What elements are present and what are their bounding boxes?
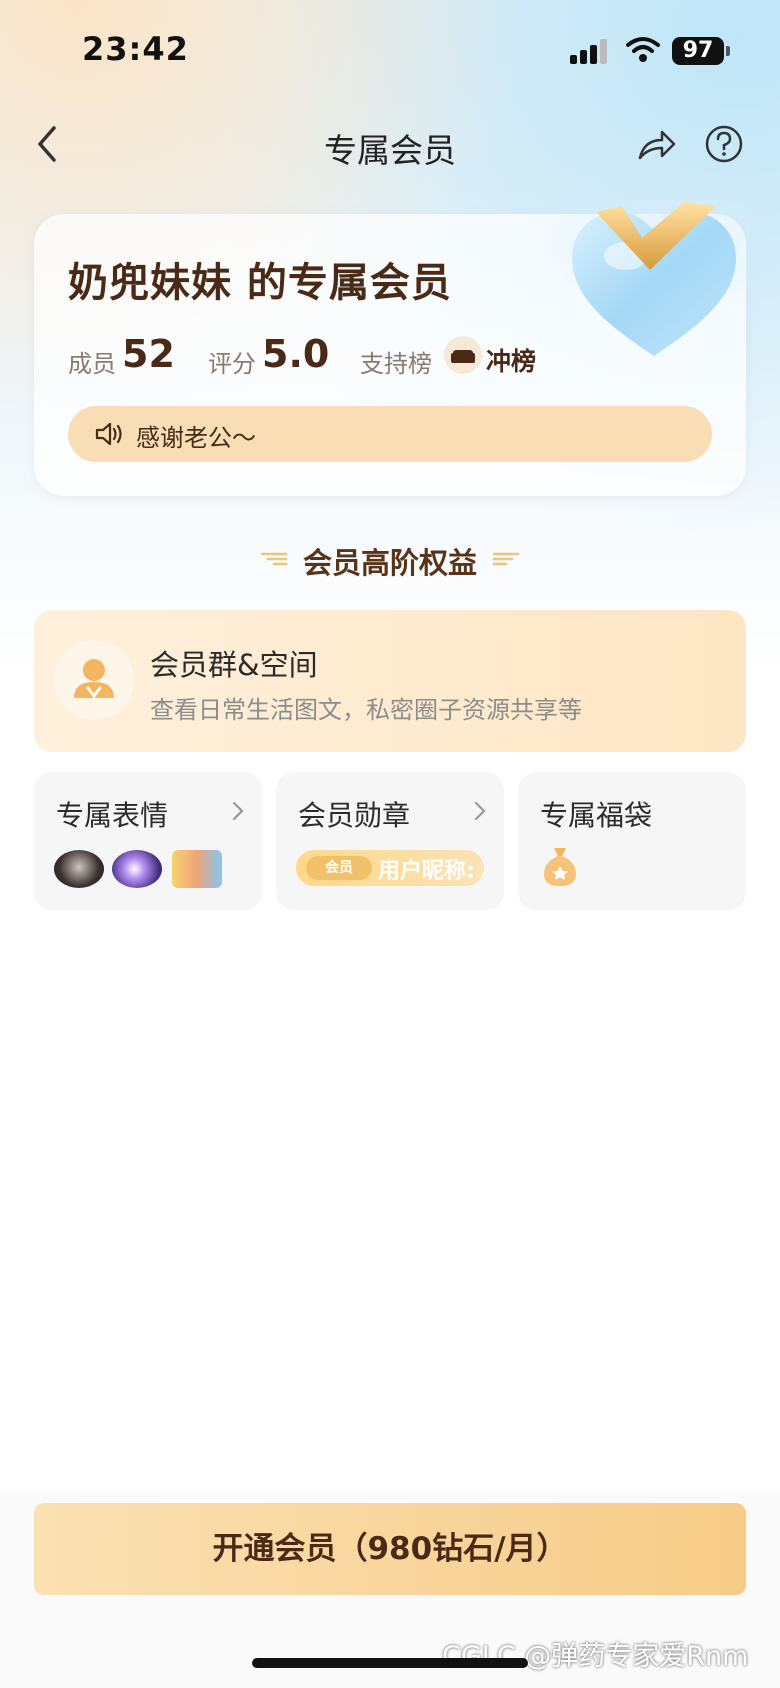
benefit-lucky-bag-title: 专属福袋 [540,799,653,832]
member-stats: 成员 52 评分 5.0 支持榜 冲榜 [68,332,588,382]
benefit-emoji[interactable]: 专属表情 [34,772,262,910]
home-indicator [252,1658,528,1668]
battery-tip [726,46,730,56]
heart-v-badge-icon [572,202,736,356]
emoji-sticker-2 [112,850,162,888]
open-membership-button[interactable]: 开通会员（980钻石/月） [34,1503,746,1595]
status-bar: 23:42 97 [0,0,780,100]
wifi-icon [626,37,660,62]
member-card-title: 奶兜妹妹 的专属会员 [68,260,452,306]
benefit-lucky-bag[interactable]: 专属福袋 [518,772,746,910]
emoji-sticker-1 [54,850,104,888]
benefit-group-space[interactable]: 会员群&空间 查看日常生活图文，私密圈子资源共享等 [34,610,746,752]
rating-value: 5.0 [262,332,330,376]
benefit-emoji-title: 专属表情 [56,799,169,832]
benefit-group-desc: 查看日常生活图文，私密圈子资源共享等 [150,696,582,724]
badge-nickname: 用户昵称: [378,859,475,884]
lucky-bag-icon [544,848,576,886]
speaker-icon [95,422,122,446]
section-title: 会员高阶权益 [302,546,477,580]
member-badge-preview: 会员 用户昵称: [296,850,484,886]
benefit-group-title: 会员群&空间 [150,648,318,682]
status-time: 23:42 [82,30,189,68]
benefit-badge-title: 会员勋章 [298,799,411,832]
benefit-badge[interactable]: 会员勋章 会员 用户昵称: [276,772,504,910]
support-label: 支持榜 [360,350,432,378]
notice-bar: 感谢老公～ [68,406,712,462]
emoji-sticker-3 [172,850,222,888]
nav-bar: 专属会员 [0,110,780,180]
notice-text: 感谢老公～ [136,424,256,452]
title-deco-right [492,552,520,566]
member-group-icon [54,640,134,720]
sofa-icon [444,336,482,374]
chevron-right-icon [232,801,244,821]
share-arrow-icon[interactable] [636,124,678,164]
rank-button[interactable]: 冲榜 [486,342,536,378]
chevron-right-icon [474,801,486,821]
members-label: 成员 [68,350,116,378]
battery-indicator: 97 [672,37,724,65]
members-value: 52 [122,332,175,376]
cell-signal-icon [570,38,610,64]
rating-label: 评分 [208,350,256,378]
badge-tag: 会员 [306,856,372,880]
question-circle-icon[interactable] [704,124,744,164]
